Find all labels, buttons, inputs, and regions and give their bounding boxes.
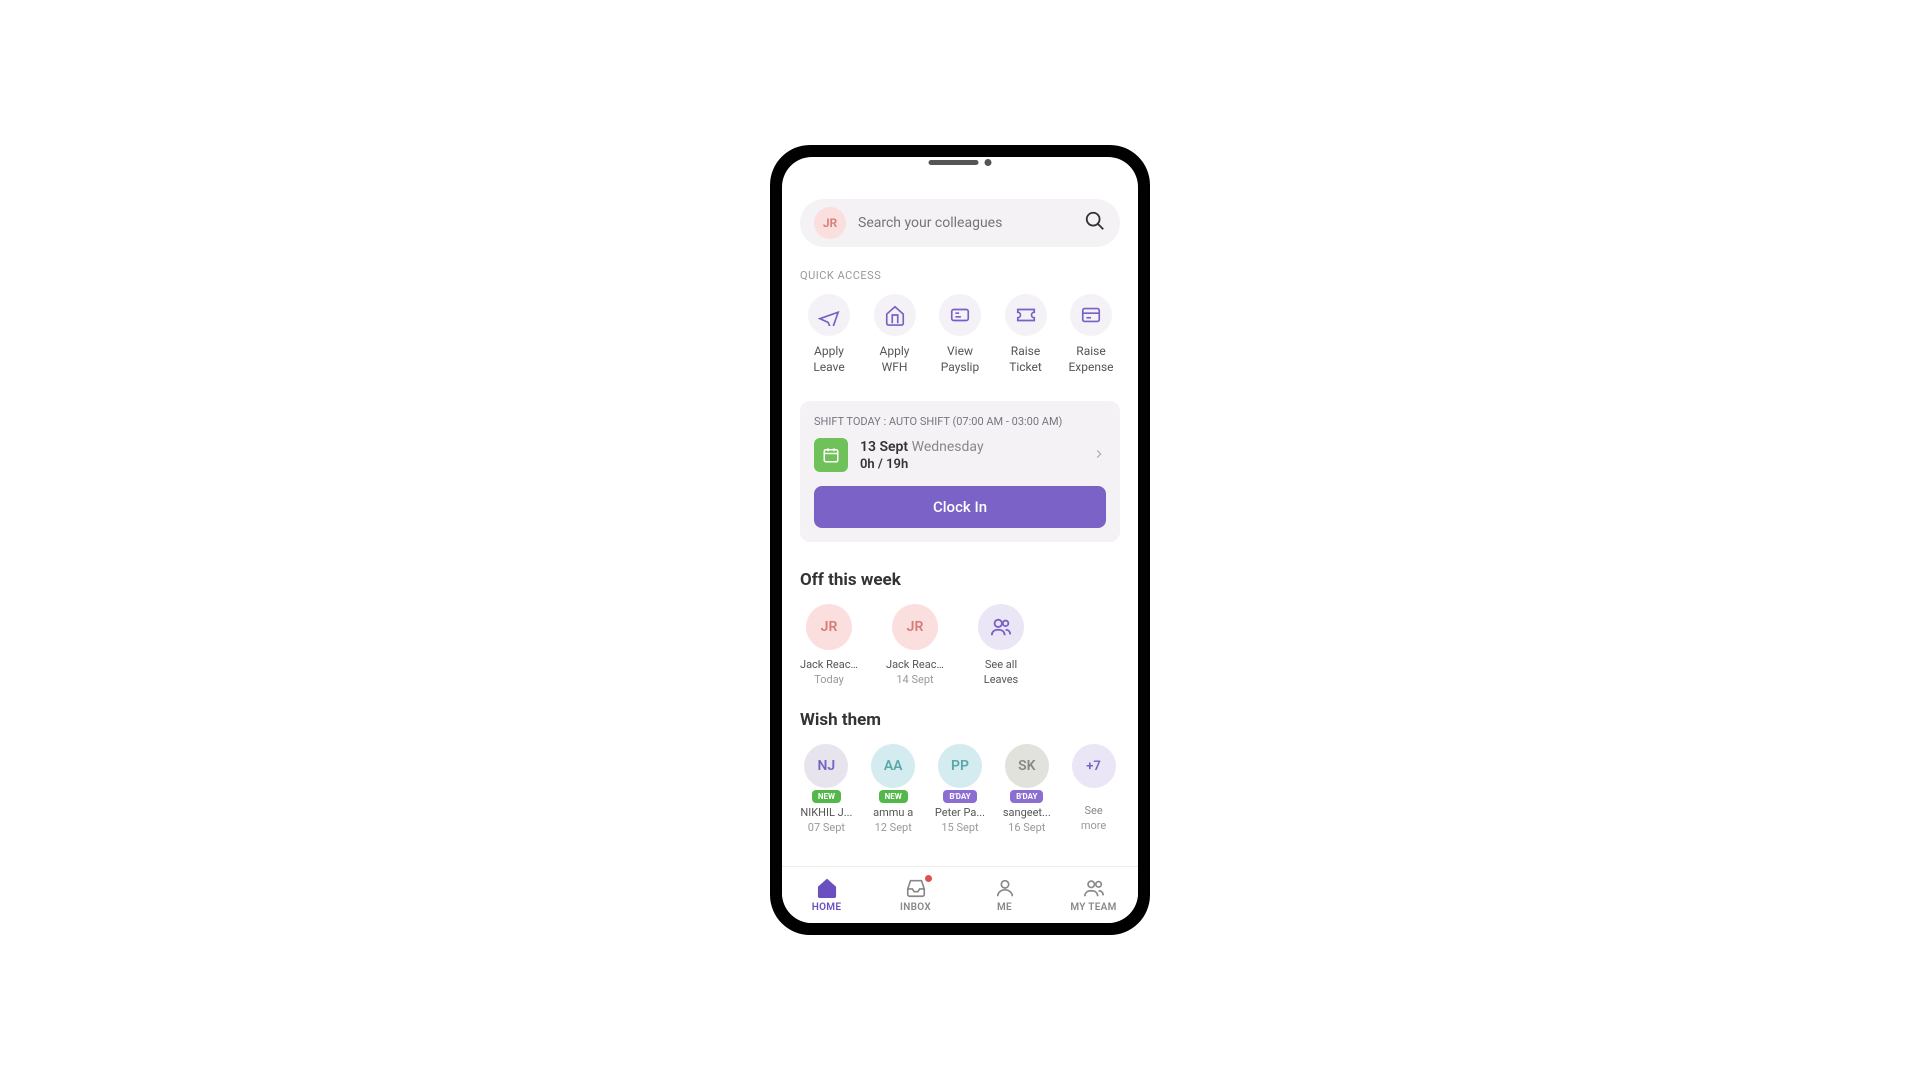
shift-label: SHIFT TODAY : AUTO SHIFT (07:00 AM - 03:… — [814, 415, 1106, 428]
quick-access-label: QUICK ACCESS — [800, 269, 1120, 282]
wish-item[interactable]: NJ NEW NIKHIL J... 07 Sept — [800, 744, 853, 834]
avatar: PP — [938, 744, 982, 788]
new-badge: NEW — [812, 790, 841, 803]
nav-team[interactable]: MY TEAM — [1049, 867, 1138, 923]
qa-raise-ticket[interactable]: Raise Ticket — [997, 294, 1055, 375]
shift-card: SHIFT TODAY : AUTO SHIFT (07:00 AM - 03:… — [800, 401, 1120, 542]
phone-notch — [929, 159, 992, 166]
wish-row: NJ NEW NIKHIL J... 07 Sept AA NEW ammu a… — [800, 744, 1120, 834]
qa-label-text: View — [947, 344, 973, 358]
search-bar[interactable]: JR — [800, 199, 1120, 247]
off-item[interactable]: JR Jack Reac... 14 Sept — [886, 604, 944, 686]
qa-apply-leave[interactable]: Apply Leave — [800, 294, 858, 375]
qa-label-text: Expense — [1068, 360, 1113, 374]
search-icon[interactable] — [1084, 210, 1106, 236]
qa-label-text: Leave — [813, 360, 844, 374]
user-avatar[interactable]: JR — [814, 207, 846, 239]
home-icon — [816, 877, 838, 899]
avatar: JR — [892, 604, 938, 650]
wish-name: ammu a — [867, 806, 920, 819]
bday-badge: B'DAY — [1010, 790, 1043, 803]
home-icon — [874, 294, 916, 336]
off-sub: Today — [814, 673, 844, 686]
off-item[interactable]: JR Jack Reac... Today — [800, 604, 858, 686]
qa-label-text: Apply — [814, 344, 844, 358]
qa-label-text: WFH — [882, 360, 908, 374]
avatar: AA — [871, 744, 915, 788]
nav-home[interactable]: HOME — [782, 867, 871, 923]
shift-row[interactable]: 13 Sept Wednesday 0h / 19h — [814, 438, 1106, 472]
person-icon — [994, 877, 1016, 899]
wish-date: 16 Sept — [1008, 821, 1045, 834]
off-name: Jack Reac... — [800, 658, 858, 671]
wish-name: sangeet... — [1000, 806, 1053, 819]
scroll-area[interactable]: JR QUICK ACCESS Apply Leave Apply WFH — [782, 187, 1138, 866]
chevron-right-icon[interactable] — [1092, 446, 1106, 465]
quick-access-grid: Apply Leave Apply WFH View Payslip Raise Tic… — [800, 294, 1120, 375]
notification-dot — [925, 875, 932, 882]
off-name: Jack Reac... — [886, 658, 944, 671]
off-week-row: JR Jack Reac... Today JR Jack Reac... 14… — [800, 604, 1120, 686]
search-input[interactable] — [858, 215, 1072, 231]
qa-raise-expense[interactable]: Raise Expense — [1062, 294, 1120, 375]
avatar: NJ — [804, 744, 848, 788]
off-week-heading: Off this week — [800, 570, 1120, 590]
qa-apply-wfh[interactable]: Apply WFH — [866, 294, 924, 375]
calendar-icon — [814, 438, 848, 472]
nav-me[interactable]: ME — [960, 867, 1049, 923]
clock-in-button[interactable]: Clock In — [814, 486, 1106, 528]
nav-label: MY TEAM — [1070, 902, 1116, 913]
wish-date: 12 Sept — [875, 821, 912, 834]
qa-label-text: Apply — [880, 344, 910, 358]
avatar: SK — [1005, 744, 1049, 788]
nav-inbox[interactable]: INBOX — [871, 867, 960, 923]
wish-name: NIKHIL J... — [800, 806, 853, 819]
payslip-icon — [939, 294, 981, 336]
wish-name: Peter Pa... — [934, 806, 987, 819]
see-all-text: See all — [972, 658, 1030, 671]
wish-item[interactable]: AA NEW ammu a 12 Sept — [867, 744, 920, 834]
qa-label-text: Raise — [1076, 344, 1105, 358]
wish-date: 15 Sept — [941, 821, 978, 834]
see-more-text: See — [1067, 804, 1120, 817]
avatar: JR — [806, 604, 852, 650]
wish-item[interactable]: SK B'DAY sangeet... 16 Sept — [1000, 744, 1053, 834]
qa-label-text: Raise — [1011, 344, 1040, 358]
shift-hours: 0h / 19h — [860, 457, 984, 472]
wish-date: 07 Sept — [808, 821, 845, 834]
more-count: +7 — [1072, 744, 1116, 788]
qa-label-text: Payslip — [941, 360, 979, 374]
nav-label: ME — [997, 902, 1012, 913]
qa-label-text: Ticket — [1009, 360, 1042, 374]
phone-screen: JR QUICK ACCESS Apply Leave Apply WFH — [782, 157, 1138, 923]
see-all-leaves[interactable]: See all Leaves — [972, 604, 1030, 686]
people-icon — [978, 604, 1024, 650]
shift-date: 13 Sept Wednesday — [860, 439, 984, 455]
new-badge: NEW — [879, 790, 908, 803]
inbox-icon — [905, 877, 927, 899]
wish-heading: Wish them — [800, 710, 1120, 730]
see-more-text2: more — [1081, 819, 1106, 832]
wish-item[interactable]: PP B'DAY Peter Pa... 15 Sept — [934, 744, 987, 834]
nav-label: INBOX — [900, 902, 931, 913]
phone-frame: JR QUICK ACCESS Apply Leave Apply WFH — [770, 145, 1150, 935]
expense-icon — [1070, 294, 1112, 336]
see-all-text2: Leaves — [984, 673, 1018, 686]
nav-label: HOME — [812, 902, 842, 913]
bday-badge: B'DAY — [943, 790, 976, 803]
ticket-icon — [1005, 294, 1047, 336]
team-icon — [1083, 877, 1105, 899]
qa-view-payslip[interactable]: View Payslip — [931, 294, 989, 375]
plane-icon — [808, 294, 850, 336]
bottom-nav: HOME INBOX ME MY TEAM — [782, 866, 1138, 923]
wish-see-more[interactable]: +7 See more — [1067, 744, 1120, 834]
off-sub: 14 Sept — [896, 673, 933, 686]
